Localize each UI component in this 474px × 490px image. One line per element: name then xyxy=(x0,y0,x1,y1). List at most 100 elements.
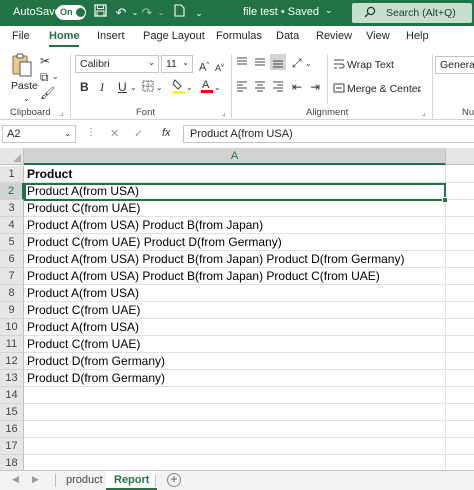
add-sheet-button[interactable]: + xyxy=(167,473,181,487)
tab-view[interactable]: View xyxy=(366,30,390,42)
bold-button[interactable]: B xyxy=(80,80,89,94)
cell-a2[interactable]: Product A(from USA) xyxy=(24,183,446,200)
cell-b1[interactable] xyxy=(446,166,474,183)
confirm-icon[interactable]: ✓ xyxy=(134,127,143,140)
cell-b11[interactable] xyxy=(446,336,474,353)
align-middle-icon[interactable] xyxy=(254,56,266,71)
row-header[interactable]: 9 xyxy=(0,302,24,319)
cell-b2[interactable] xyxy=(446,183,474,200)
cell-a17[interactable] xyxy=(24,438,446,455)
clipboard-launcher-icon[interactable]: ⌟ xyxy=(60,108,64,117)
new-file-icon[interactable] xyxy=(170,4,188,22)
borders-dropdown-icon[interactable]: ⌄ xyxy=(156,81,163,95)
paste-dropdown-icon[interactable]: ⌄ xyxy=(23,92,30,106)
align-left-icon[interactable] xyxy=(236,80,248,95)
cell-a13[interactable]: Product D(from Germany) xyxy=(24,370,446,387)
name-box[interactable]: A2 ⌄ xyxy=(2,125,76,143)
row-header[interactable]: 17 xyxy=(0,438,24,455)
cell-b17[interactable] xyxy=(446,438,474,455)
tab-review[interactable]: Review xyxy=(316,30,352,42)
cell-b5[interactable] xyxy=(446,234,474,251)
merge-dropdown-icon[interactable]: ⌄ xyxy=(416,83,423,97)
cell-b14[interactable] xyxy=(446,387,474,404)
cell-a5[interactable]: Product C(from UAE) Product D(from Germa… xyxy=(24,234,446,251)
cell-a14[interactable] xyxy=(24,387,446,404)
row-header[interactable]: 4 xyxy=(0,217,24,234)
row-header[interactable]: 13 xyxy=(0,370,24,387)
next-sheet-icon[interactable]: ▶ xyxy=(32,474,39,485)
row-header[interactable]: 18 xyxy=(0,455,24,470)
cell-b15[interactable] xyxy=(446,404,474,421)
row-header[interactable]: 14 xyxy=(0,387,24,404)
row-header[interactable]: 7 xyxy=(0,268,24,285)
cell-a3[interactable]: Product C(from UAE) xyxy=(24,200,446,217)
fill-color-dropdown-icon[interactable]: ⌄ xyxy=(186,81,193,95)
search-input[interactable]: Search (Alt+Q) xyxy=(386,7,456,19)
prev-sheet-icon[interactable]: ◀ xyxy=(12,474,19,485)
paste-icon[interactable] xyxy=(10,52,34,80)
copy-dropdown-icon[interactable]: ⌄ xyxy=(52,70,59,84)
tab-data[interactable]: Data xyxy=(276,30,299,42)
more-icon[interactable]: ⋮ xyxy=(86,127,96,138)
decrease-font-icon[interactable]: Av xyxy=(215,59,224,75)
increase-indent-icon[interactable]: ⇥ xyxy=(310,80,320,94)
row-header[interactable]: 10 xyxy=(0,319,24,336)
cut-icon[interactable]: ✂ xyxy=(40,54,50,68)
cell-b13[interactable] xyxy=(446,370,474,387)
orientation-icon[interactable]: ⤢ xyxy=(292,56,302,70)
redo-dropdown-icon[interactable]: ⌄ xyxy=(152,4,170,22)
sheet-tab-report[interactable]: Report xyxy=(106,471,158,490)
italic-button[interactable]: I xyxy=(100,80,104,94)
copy-icon[interactable]: ⧉ xyxy=(40,70,49,84)
cancel-icon[interactable]: ✕ xyxy=(110,127,119,140)
cell-b8[interactable] xyxy=(446,285,474,302)
font-color-icon[interactable]: A xyxy=(200,77,214,96)
number-format-select[interactable]: General xyxy=(435,56,474,74)
select-all-button[interactable] xyxy=(0,148,24,165)
cell-a6[interactable]: Product A(from USA) Product B(from Japan… xyxy=(24,251,446,268)
tab-home[interactable]: Home xyxy=(49,30,80,42)
decrease-indent-icon[interactable]: ⇤ xyxy=(292,80,302,94)
cell-a8[interactable]: Product A(from USA) xyxy=(24,285,446,302)
fill-handle[interactable] xyxy=(442,197,448,203)
cell-a7[interactable]: Product A(from USA) Product B(from Japan… xyxy=(24,268,446,285)
orientation-dropdown-icon[interactable]: ⌄ xyxy=(305,57,312,71)
fill-color-icon[interactable] xyxy=(172,78,186,97)
cell-a18[interactable] xyxy=(24,455,446,470)
row-header[interactable]: 5 xyxy=(0,234,24,251)
align-center-icon[interactable] xyxy=(254,80,266,95)
font-size-select[interactable]: 11 ⌄ xyxy=(161,55,193,73)
formula-input[interactable]: Product A(from USA) xyxy=(183,125,474,143)
align-top-icon[interactable] xyxy=(236,56,248,71)
column-header-empty[interactable] xyxy=(446,148,474,165)
sheet-tab-product[interactable]: product xyxy=(58,471,111,490)
cell-a15[interactable] xyxy=(24,404,446,421)
cell-b9[interactable] xyxy=(446,302,474,319)
alignment-launcher-icon[interactable]: ⌟ xyxy=(422,108,426,117)
wrap-text-icon[interactable] xyxy=(333,58,345,73)
row-header[interactable]: 8 xyxy=(0,285,24,302)
row-header[interactable]: 11 xyxy=(0,336,24,353)
cell-b3[interactable] xyxy=(446,200,474,217)
paste-label[interactable]: Paste xyxy=(11,80,38,92)
chevron-down-icon[interactable]: ⌄ xyxy=(325,5,333,16)
column-header-a[interactable]: A xyxy=(24,148,446,165)
autosave-toggle[interactable]: On xyxy=(56,5,86,20)
cell-a4[interactable]: Product A(from USA) Product B(from Japan… xyxy=(24,217,446,234)
tab-formulas[interactable]: Formulas xyxy=(216,30,262,42)
borders-icon[interactable] xyxy=(142,80,154,95)
row-header[interactable]: 2 xyxy=(0,183,24,200)
wrap-text-button[interactable]: Wrap Text xyxy=(347,59,394,71)
tab-file[interactable]: File xyxy=(12,30,30,42)
tab-page-layout[interactable]: Page Layout xyxy=(143,30,205,42)
tab-help[interactable]: Help xyxy=(406,30,429,42)
customize-icon[interactable]: ⌄ xyxy=(190,4,208,22)
format-painter-icon[interactable]: 🖌 xyxy=(40,86,55,100)
merge-center-icon[interactable] xyxy=(333,82,345,97)
cell-b10[interactable] xyxy=(446,319,474,336)
cell-a11[interactable]: Product C(from UAE) xyxy=(24,336,446,353)
row-header[interactable]: 6 xyxy=(0,251,24,268)
align-bottom-icon[interactable] xyxy=(270,54,286,70)
insert-function-button[interactable]: fx xyxy=(162,127,171,139)
cell-b18[interactable] xyxy=(446,455,474,470)
